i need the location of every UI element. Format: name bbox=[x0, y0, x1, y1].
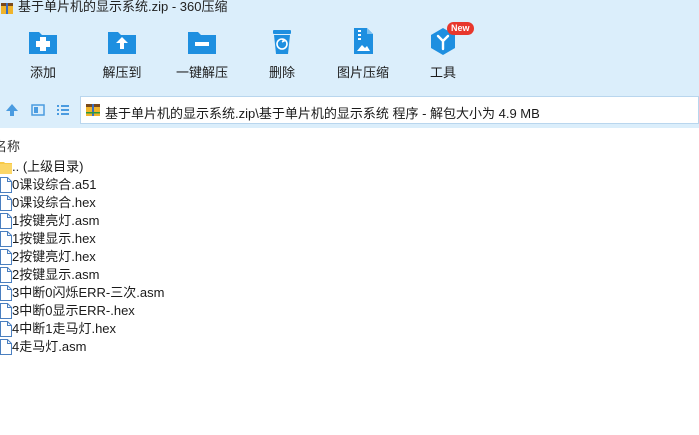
list-view-icon[interactable] bbox=[55, 102, 71, 118]
tools-button[interactable]: New 工具 bbox=[407, 22, 479, 81]
file-name: 2按键显示.asm bbox=[12, 267, 100, 282]
file-name: .. (上级目录) bbox=[12, 159, 84, 174]
one-click-extract-icon bbox=[188, 32, 216, 54]
file-name: 3中断0显示ERR-.hex bbox=[12, 303, 135, 318]
list-item[interactable]: 0课设综合.hex bbox=[0, 194, 699, 212]
delete-label: 删除 bbox=[268, 65, 295, 80]
list-item[interactable]: 4走马灯.asm bbox=[0, 338, 699, 356]
add-icon bbox=[29, 32, 57, 54]
list-item-parent-directory[interactable]: .. (上级目录) bbox=[0, 158, 699, 176]
delete-button[interactable]: 删除 bbox=[246, 26, 318, 81]
file-name: 1按键显示.hex bbox=[12, 231, 96, 246]
title-bar: 基于单片机的显示系统.zip - 360压缩 bbox=[0, 0, 699, 18]
file-icon bbox=[0, 339, 12, 355]
toolbar: 添加 解压到 一键解压 删除 图片压缩 New 工具 bbox=[0, 18, 699, 92]
archive-path: 基于单片机的显示系统.zip\基于单片机的显示系统 程序 - 解包大小为 4.9… bbox=[105, 106, 540, 121]
file-icon bbox=[0, 177, 12, 193]
image-compress-icon bbox=[354, 28, 373, 54]
list-item[interactable]: 2按键亮灯.hex bbox=[0, 248, 699, 266]
extract-to-label: 解压到 bbox=[102, 65, 142, 80]
file-icon bbox=[0, 249, 12, 265]
add-button[interactable]: 添加 bbox=[7, 26, 79, 81]
list-item[interactable]: 1按键显示.hex bbox=[0, 230, 699, 248]
delete-icon bbox=[273, 30, 291, 54]
file-name: 2按键亮灯.hex bbox=[12, 249, 96, 264]
file-name: 4中断1走马灯.hex bbox=[12, 321, 117, 336]
add-label: 添加 bbox=[29, 65, 56, 80]
column-header: 名称 bbox=[0, 134, 699, 154]
name-column-header[interactable]: 名称 bbox=[0, 136, 20, 155]
file-icon bbox=[0, 321, 12, 337]
list-item[interactable]: 2按键显示.asm bbox=[0, 266, 699, 284]
folder-icon bbox=[0, 162, 12, 174]
image-compress-button[interactable]: 图片压缩 bbox=[327, 26, 399, 81]
list-item[interactable]: 3中断0闪烁ERR-三次.asm bbox=[0, 284, 699, 302]
file-icon bbox=[0, 303, 12, 319]
zip-archive-icon bbox=[86, 104, 100, 116]
file-icon bbox=[0, 285, 12, 301]
path-field[interactable]: 基于单片机的显示系统.zip\基于单片机的显示系统 程序 - 解包大小为 4.9… bbox=[80, 96, 699, 124]
one-click-extract-label: 一键解压 bbox=[175, 65, 228, 80]
file-icon bbox=[0, 195, 12, 211]
archive-app-icon bbox=[1, 3, 13, 14]
new-badge: New bbox=[447, 22, 474, 35]
file-icon bbox=[0, 213, 12, 229]
up-arrow-icon[interactable] bbox=[4, 102, 20, 118]
extract-to-button[interactable]: 解压到 bbox=[86, 26, 158, 81]
image-compress-label: 图片压缩 bbox=[336, 65, 389, 80]
thumbnail-view-icon[interactable] bbox=[30, 102, 46, 118]
tools-label: 工具 bbox=[429, 65, 456, 80]
window-title: 基于单片机的显示系统.zip - 360压缩 bbox=[18, 0, 228, 14]
file-list: .. (上级目录) 0课设综合.a51 0课设综合.hex 1按键亮灯.asm … bbox=[0, 158, 699, 356]
file-name: 1按键亮灯.asm bbox=[12, 213, 100, 228]
extract-to-icon bbox=[108, 32, 136, 54]
file-icon bbox=[0, 267, 12, 283]
address-bar: 基于单片机的显示系统.zip\基于单片机的显示系统 程序 - 解包大小为 4.9… bbox=[0, 92, 699, 128]
file-name: 0课设综合.hex bbox=[12, 195, 96, 210]
one-click-extract-button[interactable]: 一键解压 bbox=[166, 26, 238, 81]
file-name: 3中断0闪烁ERR-三次.asm bbox=[12, 285, 165, 300]
list-item[interactable]: 0课设综合.a51 bbox=[0, 176, 699, 194]
file-icon bbox=[0, 231, 12, 247]
file-name: 0课设综合.a51 bbox=[12, 177, 97, 192]
list-item[interactable]: 1按键亮灯.asm bbox=[0, 212, 699, 230]
list-item[interactable]: 3中断0显示ERR-.hex bbox=[0, 302, 699, 320]
file-name: 4走马灯.asm bbox=[12, 339, 87, 354]
list-item[interactable]: 4中断1走马灯.hex bbox=[0, 320, 699, 338]
